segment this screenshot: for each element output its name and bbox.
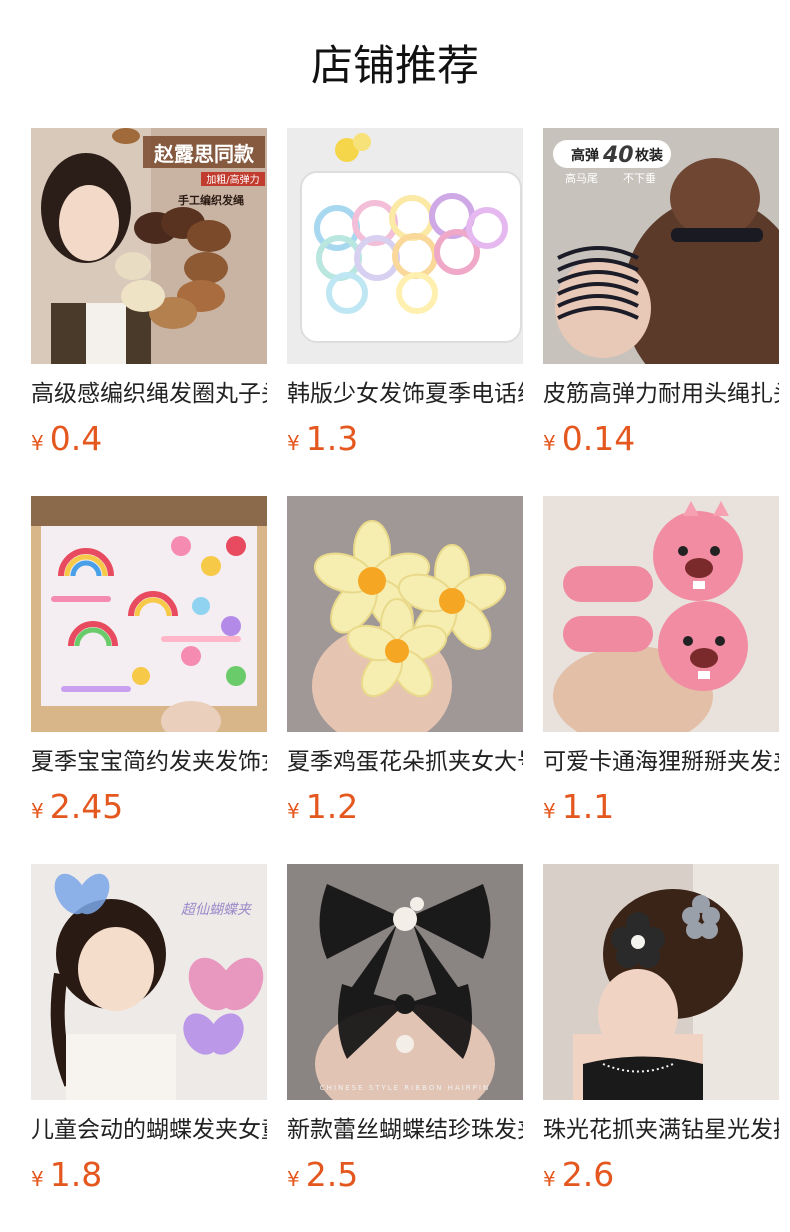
currency-symbol: ¥ bbox=[287, 431, 300, 455]
product-image[interactable]: 高弹 40 枚装 高马尾 不下垂 bbox=[543, 128, 779, 364]
price-value: 1.8 bbox=[49, 1155, 103, 1194]
overlay-sub-a: 高马尾 bbox=[565, 171, 598, 185]
price-value: 1.3 bbox=[305, 419, 359, 458]
product-image[interactable] bbox=[543, 496, 779, 732]
currency-symbol: ¥ bbox=[31, 431, 44, 455]
product-price: ¥1.2 bbox=[287, 786, 523, 828]
product-image[interactable]: 赵露思同款 加粗/高弹力 手工编织发绳 bbox=[31, 128, 267, 364]
product-image[interactable] bbox=[287, 496, 523, 732]
currency-symbol: ¥ bbox=[543, 799, 556, 823]
currency-symbol: ¥ bbox=[543, 1167, 556, 1191]
overlay-title: 赵露思同款 bbox=[153, 142, 255, 166]
price-value: 1.1 bbox=[561, 787, 615, 826]
overlay-caption: CHINESE STYLE RIBBON HAIRPIN bbox=[320, 1084, 490, 1092]
product-card[interactable]: CHINESE STYLE RIBBON HAIRPIN 新款蕾丝蝴蝶结珍珠发夹… bbox=[287, 864, 523, 1232]
currency-symbol: ¥ bbox=[543, 431, 556, 455]
product-name[interactable]: 珠光花抓夹满钻星光发抓 bbox=[543, 1114, 779, 1146]
currency-symbol: ¥ bbox=[287, 1167, 300, 1191]
product-name[interactable]: 夏季鸡蛋花朵抓夹女大号 bbox=[287, 746, 523, 778]
product-price: ¥1.3 bbox=[287, 418, 523, 460]
product-price: ¥2.45 bbox=[31, 786, 267, 828]
product-image[interactable]: 超仙蝴蝶夹 bbox=[31, 864, 267, 1100]
overlay-text: 超仙蝴蝶夹 bbox=[181, 902, 253, 918]
product-card[interactable]: 韩版少女发饰夏季电话线发圈 ¥1.3 bbox=[287, 128, 523, 496]
overlay-title-a: 高弹 bbox=[571, 147, 599, 164]
product-name[interactable]: 高级感编织绳发圈丸子头发绳 bbox=[31, 378, 267, 410]
product-name[interactable]: 夏季宝宝简约发夹发饰女童 bbox=[31, 746, 267, 778]
price-value: 2.45 bbox=[49, 787, 124, 826]
overlay-number: 40 bbox=[602, 143, 634, 168]
product-name[interactable]: 韩版少女发饰夏季电话线发圈 bbox=[287, 378, 523, 410]
product-card[interactable]: 夏季宝宝简约发夹发饰女童 ¥2.45 bbox=[31, 496, 267, 864]
currency-symbol: ¥ bbox=[31, 1167, 44, 1191]
price-value: 0.4 bbox=[49, 419, 103, 458]
product-image[interactable] bbox=[543, 864, 779, 1100]
product-card[interactable]: 高弹 40 枚装 高马尾 不下垂 皮筋高弹力耐用头绳扎头发 ¥0.14 bbox=[543, 128, 779, 496]
product-card[interactable]: 夏季鸡蛋花朵抓夹女大号 ¥1.2 bbox=[287, 496, 523, 864]
price-value: 1.2 bbox=[305, 787, 359, 826]
currency-symbol: ¥ bbox=[31, 799, 44, 823]
overlay-sub-b: 不下垂 bbox=[623, 172, 656, 185]
overlay-tag: 加粗/高弹力 bbox=[206, 173, 259, 186]
product-card[interactable]: 赵露思同款 加粗/高弹力 手工编织发绳 高级感编织绳发圈丸子头发绳 ¥0.4 bbox=[31, 128, 267, 496]
product-price: ¥0.4 bbox=[31, 418, 267, 460]
currency-symbol: ¥ bbox=[287, 799, 300, 823]
product-card[interactable]: 可爱卡通海狸掰掰夹发夹 ¥1.1 bbox=[543, 496, 779, 864]
product-price: ¥0.14 bbox=[543, 418, 779, 460]
product-name[interactable]: 皮筋高弹力耐用头绳扎头发 bbox=[543, 378, 779, 410]
product-price: ¥2.6 bbox=[543, 1154, 779, 1196]
product-name[interactable]: 新款蕾丝蝴蝶结珍珠发夹 bbox=[287, 1114, 523, 1146]
product-card[interactable]: 珠光花抓夹满钻星光发抓 ¥2.6 bbox=[543, 864, 779, 1232]
price-value: 2.6 bbox=[561, 1155, 615, 1194]
overlay-title-b: 枚装 bbox=[635, 147, 664, 164]
price-value: 0.14 bbox=[561, 419, 636, 458]
product-name[interactable]: 可爱卡通海狸掰掰夹发夹 bbox=[543, 746, 779, 778]
product-image[interactable]: CHINESE STYLE RIBBON HAIRPIN bbox=[287, 864, 523, 1100]
product-image[interactable] bbox=[31, 496, 267, 732]
overlay-sub: 手工编织发绳 bbox=[178, 193, 244, 207]
price-value: 2.5 bbox=[305, 1155, 359, 1194]
product-name[interactable]: 儿童会动的蝴蝶发夹女童 bbox=[31, 1114, 267, 1146]
product-price: ¥1.8 bbox=[31, 1154, 267, 1196]
product-image[interactable] bbox=[287, 128, 523, 364]
product-card[interactable]: 超仙蝴蝶夹 儿童会动的蝴蝶发夹女童 ¥1.8 bbox=[31, 864, 267, 1232]
product-grid: 赵露思同款 加粗/高弹力 手工编织发绳 高级感编织绳发圈丸子头发绳 ¥0.4 bbox=[31, 128, 779, 1232]
product-price: ¥2.5 bbox=[287, 1154, 523, 1196]
product-price: ¥1.1 bbox=[543, 786, 779, 828]
section-title: 店铺推荐 bbox=[310, 41, 479, 90]
